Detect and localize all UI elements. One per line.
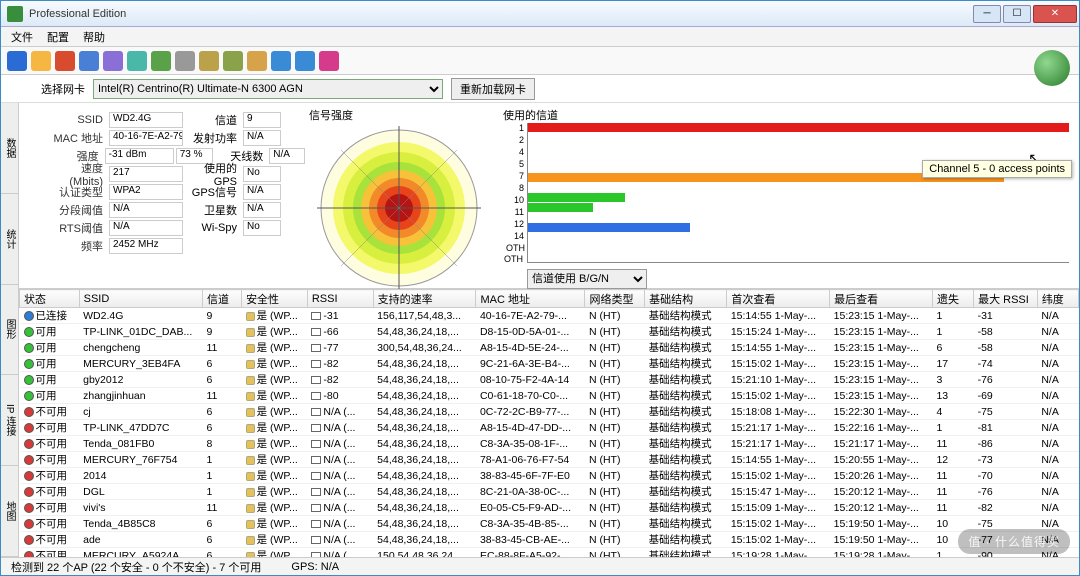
sidetab-3[interactable]: IP 连接 (1, 375, 18, 466)
table-row[interactable]: 可用gby20126是 (WP...-8254,48,36,24,18,...0… (20, 372, 1079, 388)
table-row[interactable]: 不可用ade6是 (WP...N/A (...54,48,36,24,18,..… (20, 532, 1079, 548)
col-0[interactable]: 状态 (20, 290, 80, 308)
col-4[interactable]: RSSI (307, 290, 373, 308)
sidetab-0[interactable]: 数据 (1, 103, 18, 194)
col-7[interactable]: 网络类型 (585, 290, 645, 308)
copy-icon[interactable] (199, 51, 219, 71)
side-tabs: 数据统计图形IP 连接地图 (1, 103, 19, 557)
channels-title: 使用的信道 (503, 107, 1069, 123)
table-row[interactable]: 不可用Tenda_081FB08是 (WP...N/A (...54,48,36… (20, 436, 1079, 452)
radar-chart (309, 123, 489, 291)
table-row[interactable]: 可用chengcheng11是 (WP...-77300,54,48,36,24… (20, 340, 1079, 356)
col-2[interactable]: 信道 (203, 290, 242, 308)
info-panel: SSIDWD2.4G信道9MAC 地址40-16-7E-A2-79-00发射功率… (19, 103, 309, 288)
app-icon (7, 6, 23, 22)
target-icon[interactable] (55, 51, 75, 71)
sidetab-4[interactable]: 地图 (1, 466, 18, 557)
channel-mode-select[interactable]: 信道使用 B/G/N (527, 269, 647, 289)
minimize-button[interactable]: ─ (973, 5, 1001, 23)
menubar: 文件配置帮助 (1, 27, 1079, 47)
table-row[interactable]: 不可用cj6是 (WP...N/A (...54,48,36,24,18,...… (20, 404, 1079, 420)
adapter-label: 选择网卡 (41, 81, 85, 97)
about-icon[interactable] (319, 51, 339, 71)
col-12[interactable]: 最大 RSSI (974, 290, 1038, 308)
adapter-select[interactable]: Intel(R) Centrino(R) Ultimate-N 6300 AGN (93, 79, 443, 99)
radar-title: 信号强度 (309, 107, 499, 123)
titlebar: Professional Edition ─ ☐ ✕ (1, 1, 1079, 27)
table-row[interactable]: 不可用20141是 (WP...N/A (...54,48,36,24,18,.… (20, 468, 1079, 484)
globe-icon[interactable] (271, 51, 291, 71)
toolbar (1, 47, 1079, 75)
help-icon[interactable] (295, 51, 315, 71)
table-row[interactable]: 已连接WD2.4G9是 (WP...-31156,117,54,48,3...4… (20, 308, 1079, 324)
adapter-row: 选择网卡 Intel(R) Centrino(R) Ultimate-N 630… (1, 75, 1079, 103)
oth-label: OTH (504, 254, 523, 264)
open-icon[interactable] (31, 51, 51, 71)
col-9[interactable]: 首次查看 (727, 290, 830, 308)
window-title: Professional Edition (29, 8, 973, 20)
statusbar: 检测到 22 个AP (22 个安全 - 0 个不安全) - 7 个可用 GPS… (1, 557, 1079, 575)
export-icon[interactable] (151, 51, 171, 71)
chart-tooltip: Channel 5 - 0 access points (922, 160, 1072, 178)
table-row[interactable]: 不可用TP-LINK_47DD7C6是 (WP...N/A (...54,48,… (20, 420, 1079, 436)
save-icon[interactable] (7, 51, 27, 71)
table-row[interactable]: 不可用MERCURY_A5924A6是 (WP...N/A (...150,54… (20, 548, 1079, 558)
paste-icon[interactable] (223, 51, 243, 71)
table-row[interactable]: 可用MERCURY_3EB4FA6是 (WP...-8254,48,36,24,… (20, 356, 1079, 372)
status-ap: 检测到 22 个AP (22 个安全 - 0 个不安全) - 7 个可用 (11, 559, 261, 575)
maximize-button[interactable]: ☐ (1003, 5, 1031, 23)
globe-icon[interactable] (1034, 50, 1070, 86)
table-row[interactable]: 不可用Tenda_4B85C86是 (WP...N/A (...54,48,36… (20, 516, 1079, 532)
col-3[interactable]: 安全性 (242, 290, 308, 308)
print-icon[interactable] (175, 51, 195, 71)
network-grid[interactable]: 状态SSID信道安全性RSSI支持的速率MAC 地址网络类型基础结构首次查看最后… (19, 289, 1079, 557)
reload-adapter-button[interactable]: 重新加载网卡 (451, 78, 535, 100)
channel-chart: OTH 12457810111214OTH (527, 123, 1069, 263)
signal-radar-panel: 信号强度 (309, 103, 499, 288)
col-6[interactable]: MAC 地址 (476, 290, 585, 308)
col-1[interactable]: SSID (79, 290, 202, 308)
card-purple-icon[interactable] (103, 51, 123, 71)
col-5[interactable]: 支持的速率 (373, 290, 476, 308)
card-teal-icon[interactable] (127, 51, 147, 71)
col-13[interactable]: 纬度 (1037, 290, 1078, 308)
table-row[interactable]: 不可用MERCURY_76F7541是 (WP...N/A (...54,48,… (20, 452, 1079, 468)
table-row[interactable]: 可用TP-LINK_01DC_DAB...9是 (WP...-6654,48,3… (20, 324, 1079, 340)
col-11[interactable]: 遗失 (932, 290, 973, 308)
status-gps: GPS: N/A (291, 561, 339, 573)
card-blue-icon[interactable] (79, 51, 99, 71)
table-row[interactable]: 不可用vivi's11是 (WP...N/A (...54,48,36,24,1… (20, 500, 1079, 516)
sidetab-2[interactable]: 图形 (1, 285, 18, 376)
table-row[interactable]: 可用zhangjinhuan11是 (WP...-8054,48,36,24,1… (20, 388, 1079, 404)
col-8[interactable]: 基础结构 (645, 290, 727, 308)
sidetab-1[interactable]: 统计 (1, 194, 18, 285)
menu-文件[interactable]: 文件 (11, 29, 33, 45)
table-row[interactable]: 不可用DGL1是 (WP...N/A (...54,48,36,24,18,..… (20, 484, 1079, 500)
col-10[interactable]: 最后查看 (830, 290, 933, 308)
channels-panel: 使用的信道 OTH 12457810111214OTH 信道使用 B/G/N ↖… (499, 103, 1079, 288)
close-button[interactable]: ✕ (1033, 5, 1077, 23)
gps-icon[interactable] (247, 51, 267, 71)
watermark: 值 · 什么值得买 (958, 529, 1070, 554)
menu-帮助[interactable]: 帮助 (83, 29, 105, 45)
menu-配置[interactable]: 配置 (47, 29, 69, 45)
